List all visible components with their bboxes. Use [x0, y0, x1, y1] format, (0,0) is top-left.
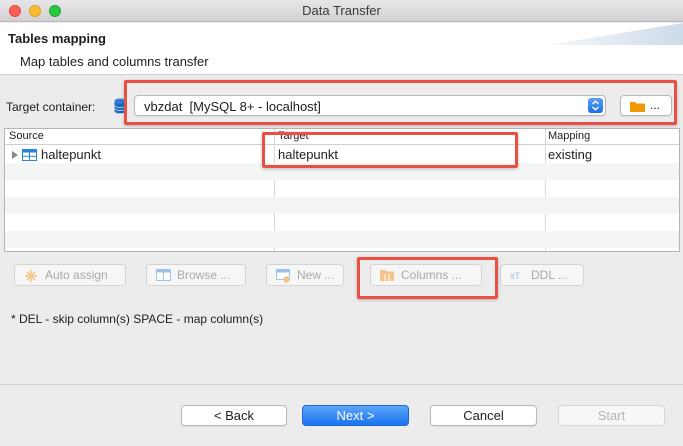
page-header: Tables mapping Map tables and columns tr…	[0, 23, 683, 75]
new-button[interactable]: New ...	[266, 264, 344, 286]
page-title: Tables mapping	[8, 31, 106, 46]
ddl-button[interactable]: sT DDL ...	[500, 264, 584, 286]
new-label: New ...	[297, 268, 335, 282]
svg-text:sT: sT	[510, 271, 521, 281]
close-window-button[interactable]	[9, 5, 21, 17]
auto-assign-label: Auto assign	[45, 268, 108, 282]
footer-divider	[0, 384, 683, 385]
expand-triangle-icon[interactable]	[12, 151, 18, 159]
database-icon	[114, 98, 126, 114]
table-row-empty	[5, 197, 679, 214]
target-container-value: vbzdat [MySQL 8+ - localhost]	[144, 99, 321, 114]
choose-container-button[interactable]: ...	[620, 95, 672, 116]
window-titlebar: Data Transfer	[0, 0, 683, 22]
column-header-source[interactable]: Source	[9, 130, 44, 142]
next-button[interactable]: Next >	[302, 405, 409, 426]
table-row-empty	[5, 180, 679, 197]
zoom-window-button[interactable]	[49, 5, 61, 17]
ddl-label: DDL ...	[531, 268, 568, 282]
source-cell: haltepunkt	[41, 147, 101, 162]
keyboard-hint: * DEL - skip column(s) SPACE - map colum…	[11, 312, 264, 326]
header-decoration	[547, 23, 683, 45]
page-subtitle: Map tables and columns transfer	[20, 54, 209, 69]
ddl-icon: sT	[510, 271, 521, 281]
back-button[interactable]: < Back	[181, 405, 287, 426]
columns-button[interactable]: Columns ...	[370, 264, 482, 286]
table-row[interactable]: haltepunkt haltepunkt existing	[5, 146, 679, 163]
target-cell[interactable]: haltepunkt	[278, 147, 338, 162]
auto-assign-button[interactable]: Auto assign	[14, 264, 126, 286]
columns-icon	[380, 270, 394, 281]
table-row-empty	[5, 231, 679, 248]
window-title: Data Transfer	[302, 3, 381, 18]
columns-label: Columns ...	[401, 268, 462, 282]
browse-label: Browse ...	[177, 268, 231, 282]
column-header-target[interactable]: Target	[278, 130, 309, 142]
target-container-label: Target container:	[6, 100, 96, 114]
table-icon	[156, 269, 171, 281]
target-container-select[interactable]: vbzdat [MySQL 8+ - localhost]	[134, 95, 606, 116]
table-row-empty	[5, 214, 679, 231]
folder-icon	[630, 102, 645, 112]
mapping-table[interactable]: Source Target Mapping haltepunkt haltepu…	[4, 128, 680, 252]
browse-button[interactable]: Browse ...	[146, 264, 246, 286]
minimize-window-button[interactable]	[29, 5, 41, 17]
start-button[interactable]: Start	[558, 405, 665, 426]
table-header: Source Target Mapping	[5, 129, 679, 145]
column-header-mapping[interactable]: Mapping	[548, 130, 590, 142]
table-icon	[22, 149, 37, 161]
sparkle-icon	[25, 270, 37, 282]
table-row-empty	[5, 163, 679, 180]
new-table-icon	[276, 269, 290, 283]
choose-container-label: ...	[650, 98, 661, 112]
mapping-cell[interactable]: existing	[548, 147, 592, 162]
cancel-button[interactable]: Cancel	[430, 405, 537, 426]
select-arrows-icon	[588, 98, 603, 113]
